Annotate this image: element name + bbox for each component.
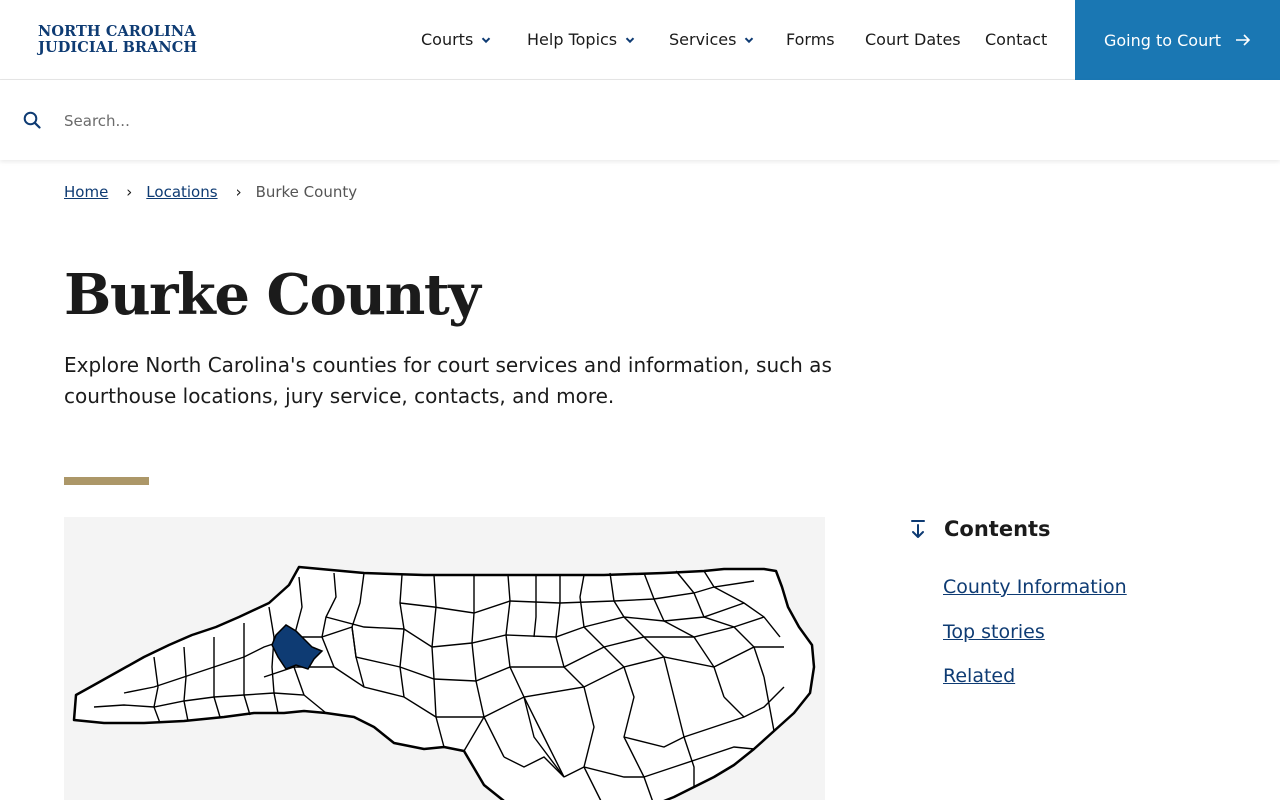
contents-item: Top stories: [943, 621, 1127, 666]
contents-link-county-information[interactable]: County Information: [943, 576, 1127, 598]
nav-help-topics[interactable]: Help Topics: [527, 30, 635, 49]
site-header: NORTH CAROLINA JUDICIAL BRANCH Courts He…: [0, 0, 1280, 80]
nav-contact[interactable]: Contact: [985, 30, 1047, 49]
nav-label-help-topics: Help Topics: [527, 30, 618, 49]
contents-list: County Information Top stories Related: [943, 576, 1127, 710]
going-to-court-label: Going to Court: [1103, 30, 1222, 50]
county-map-panel: [64, 517, 825, 800]
nav-courts[interactable]: Courts: [421, 30, 491, 49]
breadcrumb-home[interactable]: Home: [64, 183, 108, 201]
contents-title: Contents: [944, 517, 1051, 541]
nav-label-services: Services: [669, 30, 737, 49]
nav-label-contact: Contact: [985, 30, 1048, 49]
nav-forms[interactable]: Forms: [786, 30, 835, 49]
logo-line-2: JUDICIAL BRANCH: [38, 39, 198, 56]
accent-divider: [64, 477, 149, 485]
chevron-down-icon: [745, 36, 754, 43]
north-carolina-map: [72, 565, 816, 800]
breadcrumb-separator: ›: [126, 183, 133, 201]
nav-label-court-dates: Court Dates: [865, 30, 961, 49]
logo-line-1: NORTH CAROLINA: [38, 23, 196, 40]
contents-link-top-stories[interactable]: Top stories: [943, 621, 1045, 643]
chevron-down-icon: [625, 36, 635, 43]
nav-court-dates[interactable]: Court Dates: [865, 30, 961, 49]
contents-link-related[interactable]: Related: [943, 665, 1015, 687]
contents-item: County Information: [943, 576, 1127, 621]
chevron-down-icon: [482, 36, 491, 43]
contents-item: Related: [943, 665, 1127, 710]
site-logo[interactable]: NORTH CAROLINA JUDICIAL BRANCH: [38, 24, 197, 56]
nav-label-forms: Forms: [786, 30, 835, 49]
page-title: Burke County: [64, 262, 481, 328]
search-icon[interactable]: [23, 111, 41, 129]
breadcrumb: Home › Locations › Burke County: [64, 183, 357, 201]
arrow-right-icon: [1236, 34, 1251, 46]
search-input[interactable]: [64, 100, 1214, 142]
nav-label-courts: Courts: [421, 30, 474, 49]
breadcrumb-locations[interactable]: Locations: [146, 183, 217, 201]
going-to-court-button[interactable]: Going to Court: [1075, 0, 1280, 80]
page-intro: Explore North Carolina's counties for co…: [64, 353, 832, 408]
breadcrumb-current: Burke County: [255, 183, 358, 201]
arrow-down-to-line-icon: [911, 520, 925, 538]
contents-header: Contents: [908, 517, 1051, 541]
breadcrumb-separator: ›: [235, 183, 242, 201]
nav-services[interactable]: Services: [669, 30, 754, 49]
